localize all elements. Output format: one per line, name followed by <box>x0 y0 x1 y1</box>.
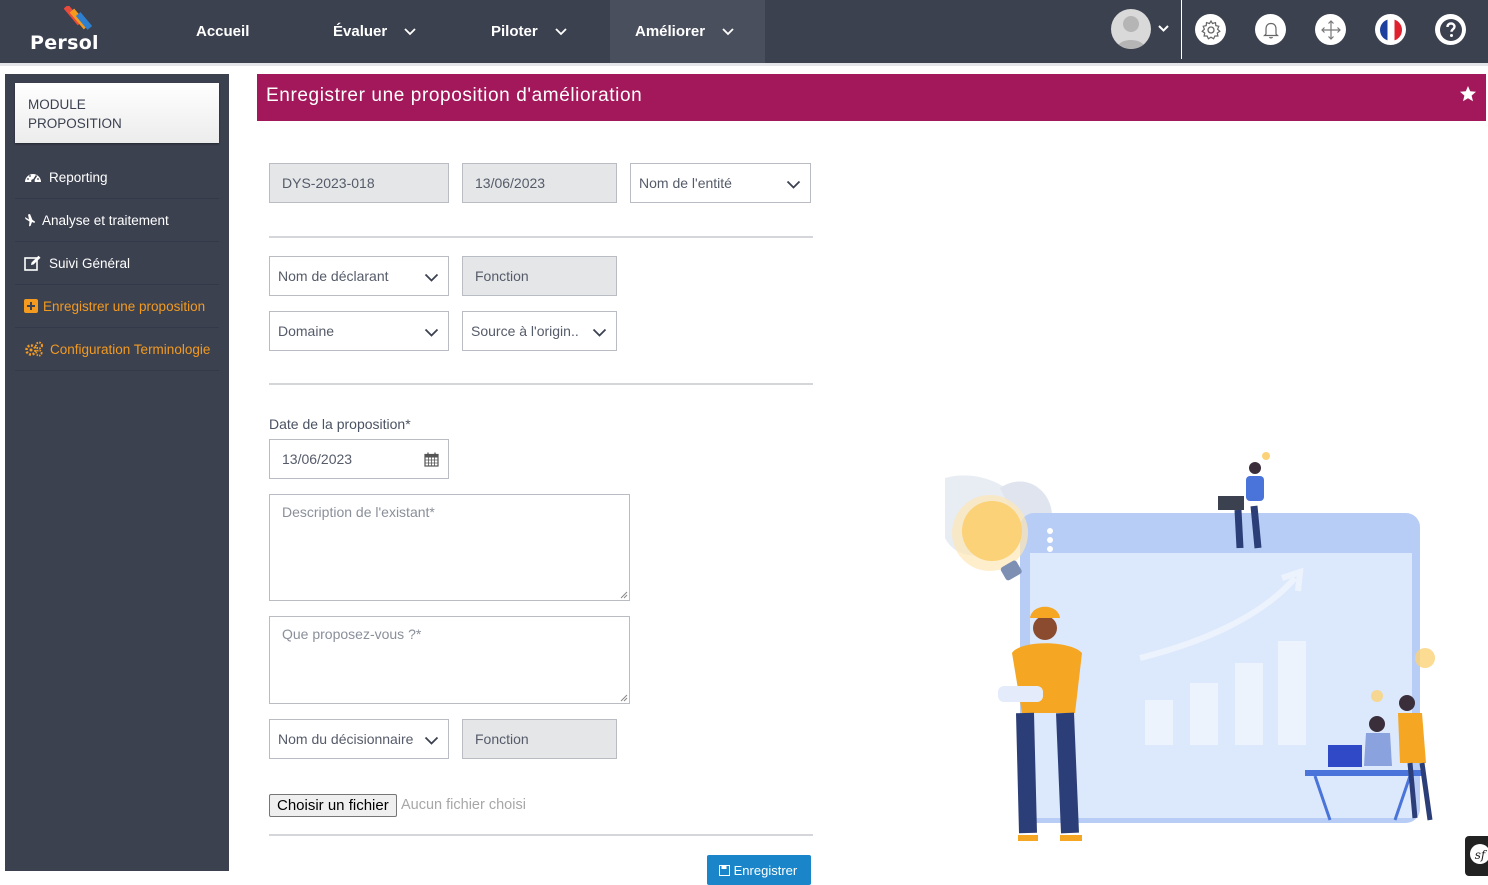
domaine-select[interactable]: Domaine <box>269 311 449 351</box>
user-avatar[interactable] <box>1111 9 1151 49</box>
sidebar-item-analyse[interactable]: Analyse et traitement <box>15 199 219 242</box>
edit-icon <box>24 255 42 271</box>
sidebar-item-suivi[interactable]: Suivi Général <box>15 242 219 285</box>
date-proposition-value: 13/06/2023 <box>282 451 353 467</box>
bell-icon <box>1262 22 1279 38</box>
gear-icon <box>1200 19 1221 40</box>
declarant-fonction-text: Fonction <box>475 268 529 284</box>
description-existant-textarea[interactable]: Description de l'existant* <box>269 494 630 601</box>
choose-file-button[interactable]: Choisir un fichier <box>269 794 397 817</box>
entite-select-text: Nom de l'entité <box>639 175 732 191</box>
sidebar: MODULE PROPOSITION Reporting Analyse et … <box>5 74 229 871</box>
declarant-fonction-field: Fonction <box>462 256 617 296</box>
date-proposition-label: Date de la proposition* <box>269 416 411 432</box>
chevron-down-icon <box>424 328 439 337</box>
domaine-select-text: Domaine <box>278 323 335 339</box>
description-existant-placeholder: Description de l'existant* <box>282 504 435 520</box>
sidebar-item-label: Enregistrer une proposition <box>43 298 206 314</box>
plus-square-icon <box>24 298 38 314</box>
section-divider <box>269 383 813 385</box>
sidebar-item-label: Suivi Général <box>49 255 131 271</box>
resize-handle-icon[interactable] <box>620 591 628 599</box>
symfony-logo-icon: sf <box>1470 844 1488 864</box>
sidebar-item-reporting[interactable]: Reporting <box>15 156 219 199</box>
chevron-down-icon <box>786 180 801 189</box>
page-title: Enregistrer une proposition d'améliorati… <box>266 85 643 106</box>
module-title-line1: MODULE <box>28 97 86 112</box>
notifications-button[interactable] <box>1255 14 1286 45</box>
settings-button[interactable] <box>1195 14 1226 45</box>
entite-select[interactable]: Nom de l'entité <box>630 163 811 203</box>
topbar-underline <box>0 63 1488 66</box>
creation-date-field: 13/06/2023 <box>462 163 617 203</box>
module-title-line2: PROPOSITION <box>28 116 122 131</box>
fullscreen-button[interactable] <box>1315 14 1346 45</box>
nav-evaluer[interactable]: Évaluer <box>333 0 417 63</box>
save-button[interactable]: Enregistrer <box>707 855 811 885</box>
french-flag-icon <box>1379 18 1402 41</box>
source-select[interactable]: Source à l'origin.. <box>462 311 617 351</box>
logo-mark-icon <box>64 6 93 30</box>
top-divider <box>1181 0 1182 59</box>
language-button[interactable] <box>1375 14 1406 45</box>
sidebar-item-configuration[interactable]: Configuration Terminologie <box>15 328 219 371</box>
symfony-debug-badge[interactable]: sf <box>1465 836 1488 876</box>
chevron-down-icon <box>722 27 734 35</box>
decisionnaire-fonction-field: Fonction <box>462 719 617 759</box>
reference-value: DYS-2023-018 <box>282 175 375 191</box>
dashboard-icon <box>24 169 42 185</box>
nav-ameliorer-label: Améliorer <box>635 23 706 40</box>
nav-accueil[interactable]: Accueil <box>196 0 249 63</box>
creation-date-value: 13/06/2023 <box>475 175 546 191</box>
proposition-textarea[interactable]: Que proposez-vous ?* <box>269 616 630 704</box>
date-proposition-input[interactable]: 13/06/2023 <box>269 439 449 479</box>
nav-ameliorer[interactable]: Améliorer <box>610 0 765 63</box>
sidebar-item-label: Analyse et traitement <box>42 212 169 228</box>
decisionnaire-fonction-text: Fonction <box>475 731 529 747</box>
chevron-down-icon <box>592 328 607 337</box>
calendar-icon[interactable] <box>424 452 439 467</box>
source-select-text: Source à l'origin.. <box>471 323 579 339</box>
nav-piloter-label: Piloter <box>491 23 538 40</box>
user-menu-chevron-icon[interactable] <box>1157 22 1170 35</box>
nav-evaluer-label: Évaluer <box>333 23 388 40</box>
cogs-icon <box>24 341 44 357</box>
page-header: Enregistrer une proposition d'améliorati… <box>257 74 1486 121</box>
file-status-text: Aucun fichier choisi <box>401 797 526 813</box>
persol-logo[interactable]: Persol <box>28 6 118 58</box>
declarant-select[interactable]: Nom de déclarant <box>269 256 449 296</box>
logo-text: Persol <box>30 32 99 54</box>
section-divider <box>269 834 813 836</box>
nav-accueil-label: Accueil <box>196 23 250 40</box>
decisionnaire-select[interactable]: Nom du décisionnaire <box>269 719 449 759</box>
chevron-down-icon <box>424 736 439 745</box>
module-title-box: MODULE PROPOSITION <box>15 83 219 143</box>
chevron-down-icon <box>555 27 567 35</box>
proposition-placeholder: Que proposez-vous ?* <box>282 626 422 642</box>
sidebar-item-label: Configuration Terminologie <box>50 341 211 357</box>
nav-piloter[interactable]: Piloter <box>491 0 568 63</box>
move-arrows-icon <box>1320 19 1341 40</box>
help-button[interactable] <box>1435 14 1466 45</box>
top-navbar: Persol Accueil Évaluer Piloter Améliorer <box>0 0 1488 63</box>
plane-icon <box>24 212 36 228</box>
improvement-illustration <box>945 452 1435 841</box>
user-silhouette-icon <box>1117 16 1145 49</box>
chevron-down-icon <box>404 27 416 35</box>
resize-handle-icon[interactable] <box>620 694 628 702</box>
sidebar-item-label: Reporting <box>49 169 108 185</box>
question-icon <box>1439 18 1462 41</box>
section-divider <box>269 236 813 238</box>
decisionnaire-select-text: Nom du décisionnaire <box>278 731 414 747</box>
declarant-select-text: Nom de déclarant <box>278 268 389 284</box>
sidebar-item-enregistrer[interactable]: Enregistrer une proposition <box>15 285 219 328</box>
reference-field: DYS-2023-018 <box>269 163 449 203</box>
favorite-star-icon[interactable] <box>1459 85 1477 103</box>
chevron-down-icon <box>424 273 439 282</box>
